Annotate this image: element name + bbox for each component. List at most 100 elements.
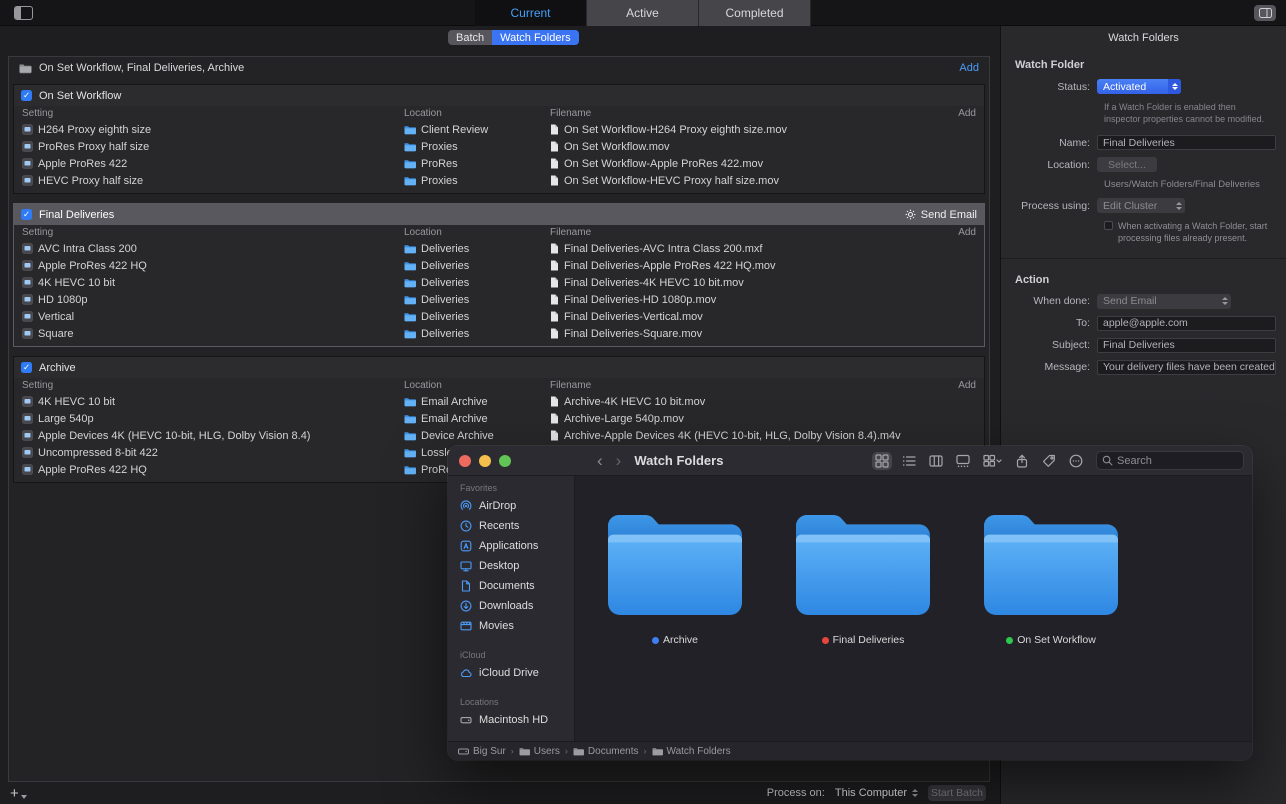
folder-icon <box>404 159 416 169</box>
icon-view-icon[interactable] <box>872 452 892 470</box>
process-on-select[interactable]: This Computer <box>835 787 918 799</box>
setting-icon <box>22 243 33 254</box>
sidebar-toggle-icon[interactable] <box>14 6 33 20</box>
group-checkbox[interactable] <box>21 362 32 373</box>
add-batch-button[interactable]: + <box>8 786 27 801</box>
divider <box>1001 258 1286 259</box>
list-view-icon[interactable] <box>899 452 919 470</box>
path-item[interactable]: Watch Folders <box>652 746 731 757</box>
when-done-select[interactable]: Send Email <box>1097 294 1231 309</box>
sidebar-item-desktop[interactable]: Desktop <box>454 556 568 576</box>
output-row[interactable]: ProRes Proxy half sizeProxiesOn Set Work… <box>14 138 984 155</box>
output-row[interactable]: AVC Intra Class 200DeliveriesFinal Deliv… <box>14 240 984 257</box>
chevron-down-icon <box>21 795 27 799</box>
location-select-button[interactable]: Select... <box>1097 157 1157 172</box>
add-output-button[interactable]: Add <box>942 108 976 119</box>
group-checkbox[interactable] <box>21 90 32 101</box>
file-icon <box>550 311 559 322</box>
cell-location: Deliveries <box>404 328 550 340</box>
sidebar-item-airdrop[interactable]: AirDrop <box>454 496 568 516</box>
tab-active[interactable]: Active <box>587 0 699 26</box>
path-item[interactable]: Big Sur <box>458 746 506 757</box>
group-header[interactable]: Archive <box>14 357 984 378</box>
output-row[interactable]: Apple Devices 4K (HEVC 10-bit, HLG, Dolb… <box>14 427 984 444</box>
add-output-button[interactable]: Add <box>942 227 976 238</box>
group-by-icon[interactable] <box>980 452 1005 470</box>
close-button[interactable] <box>459 455 471 467</box>
mode-watch-folders[interactable]: Watch Folders <box>492 30 579 45</box>
output-row[interactable]: Apple ProRes 422ProResOn Set Workflow-Ap… <box>14 155 984 172</box>
recents-icon <box>460 520 473 532</box>
file-icon <box>550 141 559 152</box>
output-row[interactable]: 4K HEVC 10 bitEmail ArchiveArchive-4K HE… <box>14 393 984 410</box>
sidebar-section-heading: iCloud <box>460 650 568 660</box>
gear-icon[interactable] <box>905 209 916 220</box>
setting-icon <box>22 175 33 186</box>
tab-current[interactable]: Current <box>475 0 587 26</box>
tag-dot <box>652 637 659 644</box>
output-row[interactable]: 4K HEVC 10 bitDeliveriesFinal Deliveries… <box>14 274 984 291</box>
to-label: To: <box>1005 317 1097 329</box>
to-field[interactable]: apple@apple.com <box>1097 316 1276 331</box>
setting-icon <box>22 141 33 152</box>
start-batch-button[interactable]: Start Batch <box>928 785 986 801</box>
sidebar-item-macintosh-hd[interactable]: Macintosh HD <box>454 710 568 730</box>
finder-folder-on-set-workflow[interactable]: On Set Workflow <box>963 502 1139 646</box>
add-watch-folder-button[interactable]: Add <box>959 62 979 74</box>
file-icon <box>550 430 559 441</box>
folder-icon <box>404 465 416 475</box>
output-row[interactable]: HEVC Proxy half sizeProxiesOn Set Workfl… <box>14 172 984 189</box>
status-label: Status: <box>1005 81 1097 93</box>
finder-folders: ArchiveFinal DeliveriesOn Set Workflow <box>575 476 1252 741</box>
path-separator: › <box>565 746 568 756</box>
tab-completed[interactable]: Completed <box>699 0 811 26</box>
subject-field[interactable]: Final Deliveries <box>1097 338 1276 353</box>
output-row[interactable]: HD 1080pDeliveriesFinal Deliveries-HD 10… <box>14 291 984 308</box>
group-checkbox[interactable] <box>21 209 32 220</box>
file-icon <box>550 243 559 254</box>
output-row[interactable]: Apple ProRes 422 HQDeliveriesFinal Deliv… <box>14 257 984 274</box>
sidebar-item-downloads[interactable]: Downloads <box>454 596 568 616</box>
compressor-window: Current Active Completed Batch Watch Fol… <box>0 0 1286 804</box>
inspector-toggle-icon[interactable] <box>1254 5 1276 21</box>
sidebar-item-documents[interactable]: Documents <box>454 576 568 596</box>
stepper-icon <box>1168 79 1181 94</box>
path-item[interactable]: Documents <box>573 746 639 757</box>
output-row[interactable]: Large 540pEmail ArchiveArchive-Large 540… <box>14 410 984 427</box>
tag-icon[interactable] <box>1039 452 1059 470</box>
share-icon[interactable] <box>1012 452 1032 470</box>
output-row[interactable]: H264 Proxy eighth sizeClient ReviewOn Se… <box>14 121 984 138</box>
name-field[interactable]: Final Deliveries <box>1097 135 1276 150</box>
checkbox-icon[interactable] <box>1104 221 1113 230</box>
finder-toolbar: ‹ › Watch Folders Search <box>448 446 1252 476</box>
sidebar-item-applications[interactable]: Applications <box>454 536 568 556</box>
sidebar-item-movies[interactable]: Movies <box>454 616 568 636</box>
cell-filename: Final Deliveries-Square.mov <box>550 328 942 340</box>
group-header[interactable]: On Set Workflow <box>14 85 984 106</box>
finder-folder-archive[interactable]: Archive <box>587 502 763 646</box>
zoom-button[interactable] <box>499 455 511 467</box>
sidebar-item-recents[interactable]: Recents <box>454 516 568 536</box>
status-select[interactable]: Activated <box>1097 79 1181 94</box>
process-using-select[interactable]: Edit Cluster <box>1097 198 1185 213</box>
column-filename: Filename <box>550 227 942 238</box>
path-item[interactable]: Users <box>519 746 560 757</box>
more-icon[interactable] <box>1066 452 1086 470</box>
message-field[interactable]: Your delivery files have been created <box>1097 360 1276 375</box>
mode-switch: Batch Watch Folders <box>448 30 579 45</box>
finder-folder-final-deliveries[interactable]: Final Deliveries <box>775 502 951 646</box>
column-view-icon[interactable] <box>926 452 946 470</box>
minimize-button[interactable] <box>479 455 491 467</box>
search-input[interactable]: Search <box>1096 451 1244 470</box>
gallery-view-icon[interactable] <box>953 452 973 470</box>
output-row[interactable]: SquareDeliveriesFinal Deliveries-Square.… <box>14 325 984 342</box>
output-row[interactable]: VerticalDeliveriesFinal Deliveries-Verti… <box>14 308 984 325</box>
group-header[interactable]: Final Deliveries Send Email <box>14 204 984 225</box>
forward-button[interactable]: › <box>616 452 622 469</box>
back-button[interactable]: ‹ <box>597 452 603 469</box>
start-processing-checkbox[interactable]: When activating a Watch Folder, start pr… <box>1104 220 1272 244</box>
stepper-icon <box>1172 198 1185 213</box>
sidebar-item-icloud-drive[interactable]: iCloud Drive <box>454 663 568 683</box>
add-output-button[interactable]: Add <box>942 380 976 391</box>
mode-batch[interactable]: Batch <box>448 30 492 45</box>
